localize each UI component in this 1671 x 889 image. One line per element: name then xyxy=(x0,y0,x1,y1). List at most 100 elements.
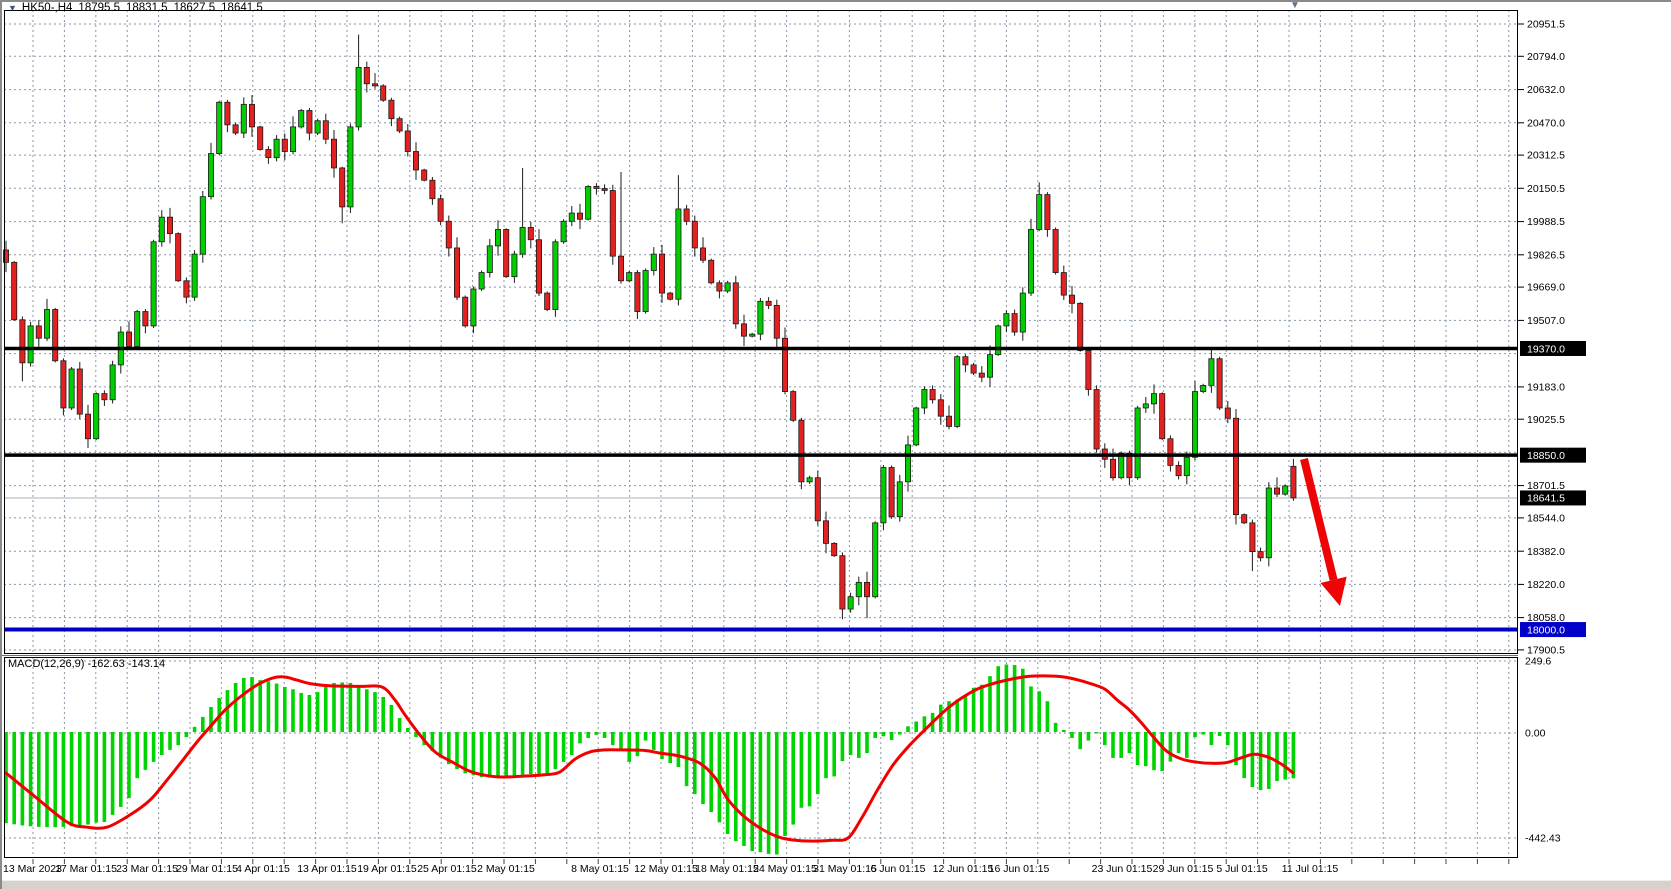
macd-histogram-bar xyxy=(94,732,98,823)
candle-body xyxy=(888,467,895,518)
macd-histogram-bar xyxy=(168,732,172,750)
candle-body xyxy=(1224,407,1231,419)
macd-histogram-bar xyxy=(365,689,369,732)
candle-body xyxy=(1233,417,1240,516)
candle-body xyxy=(396,118,403,132)
candle-body xyxy=(371,83,378,87)
macd-histogram-bar xyxy=(291,689,295,732)
candle-body xyxy=(52,309,59,362)
macd-histogram-bar xyxy=(1127,732,1132,754)
macd-histogram-bar xyxy=(717,732,722,823)
macd-histogram-bar xyxy=(184,732,189,738)
macd-histogram-bar xyxy=(356,684,361,732)
candle-body xyxy=(544,292,551,310)
macd-histogram-bar xyxy=(258,680,262,732)
candle-body xyxy=(1044,194,1051,230)
macd-histogram-bar xyxy=(816,732,820,795)
chart-canvas[interactable]: 20951.5 20794.0 20632.0 20470.0 20312.5 20150… xyxy=(0,0,1671,889)
macd-histogram-bar xyxy=(176,732,180,746)
time-axis-label: 2 May 01:15 xyxy=(477,863,535,875)
candle-body xyxy=(35,325,42,339)
macd-histogram-bar xyxy=(143,732,148,770)
macd-histogram-bar xyxy=(1283,732,1287,780)
candle-body xyxy=(1069,294,1076,304)
candle-body xyxy=(609,190,616,257)
macd-histogram-bar xyxy=(1053,722,1058,732)
macd-histogram-bar xyxy=(586,732,590,738)
candle-body xyxy=(470,288,477,327)
macd-histogram-bar xyxy=(389,704,394,732)
macd-histogram-bar xyxy=(192,726,197,732)
macd-histogram-bar xyxy=(824,732,828,779)
price-tick-label: 19826.5 xyxy=(1527,249,1565,261)
candle-body xyxy=(142,311,149,327)
macd-histogram-bar xyxy=(734,732,738,842)
candle-body xyxy=(1175,465,1182,477)
macd-histogram-bar xyxy=(479,732,484,778)
candle-body xyxy=(1003,313,1010,327)
price-tick-label: 20951.5 xyxy=(1527,19,1565,31)
macd-histogram-bar xyxy=(299,692,303,732)
candle-body xyxy=(503,229,510,278)
candle-body xyxy=(634,272,641,312)
macd-histogram-bar xyxy=(980,684,984,732)
macd-histogram-bar xyxy=(1094,732,1099,734)
candle-body xyxy=(232,124,239,134)
chart-context-arrow-icon[interactable]: ▼ xyxy=(8,3,17,13)
candle-body xyxy=(216,101,223,154)
price-tick-label: 20150.5 xyxy=(1527,183,1565,195)
chart-shift-marker-icon[interactable]: ▼ xyxy=(1290,1,1300,11)
macd-histogram-bar xyxy=(102,732,107,823)
candle-body xyxy=(749,333,756,337)
macd-histogram-bar xyxy=(898,732,902,735)
candle-body xyxy=(1085,350,1092,390)
candle-body xyxy=(1257,551,1264,559)
macd-histogram-bar xyxy=(1078,732,1082,750)
candle-body xyxy=(486,245,493,273)
candle-body xyxy=(330,138,337,169)
macd-histogram-bar xyxy=(307,694,312,732)
candle-body xyxy=(19,319,26,364)
candle-body xyxy=(412,151,419,171)
macd-histogram-bar xyxy=(250,677,254,732)
macd-histogram-bar xyxy=(750,732,754,852)
macd-axis-label: -442.43 xyxy=(1525,833,1561,845)
mt4-chart-window: ▼ HK50-,H4 18795.5 18831.5 18627.5 18641.5 ▼ … xyxy=(0,0,1671,889)
price-tick-label: 18220.0 xyxy=(1527,579,1565,591)
price-tick-label: 18382.0 xyxy=(1527,546,1565,558)
macd-histogram-bar xyxy=(61,732,66,827)
macd-histogram-bar xyxy=(283,686,287,732)
macd-histogram-bar xyxy=(766,732,771,854)
candle-body xyxy=(806,477,813,483)
macd-histogram-bar xyxy=(135,732,139,779)
candle-body xyxy=(68,368,75,409)
candle-body xyxy=(240,103,247,134)
candle-body xyxy=(257,126,264,150)
macd-histogram-bar xyxy=(233,682,238,732)
macd-histogram-bar xyxy=(955,699,959,732)
ohlc-low: 18627.5 xyxy=(173,2,216,14)
ohlc-close: 18641.5 xyxy=(221,2,263,14)
candle-body xyxy=(44,309,51,339)
macd-histogram-bar xyxy=(693,732,697,795)
candle-body xyxy=(1060,272,1067,296)
candle-body xyxy=(1183,456,1190,477)
symbol-ohlc-header: ▼ HK50-,H4 18795.5 18831.5 18627.5 18641.5 xyxy=(8,2,269,14)
candle-body xyxy=(1052,229,1059,273)
macd-histogram-bar xyxy=(471,732,476,776)
candle-body xyxy=(1019,292,1026,333)
candle-body xyxy=(273,138,280,159)
candle-body xyxy=(937,399,944,417)
macd-histogram-bar xyxy=(537,732,541,775)
macd-histogram-bar xyxy=(512,732,517,776)
candle-body xyxy=(650,253,657,271)
candle-body xyxy=(1142,403,1149,409)
macd-histogram-bar xyxy=(201,716,205,732)
candle-body xyxy=(921,389,928,409)
candle-body xyxy=(166,216,173,234)
candle-body xyxy=(388,99,395,120)
time-axis-label: 4 Apr 01:15 xyxy=(236,863,290,875)
candle-body xyxy=(11,261,18,321)
candle-body xyxy=(962,356,969,366)
candle-body xyxy=(1200,385,1207,392)
